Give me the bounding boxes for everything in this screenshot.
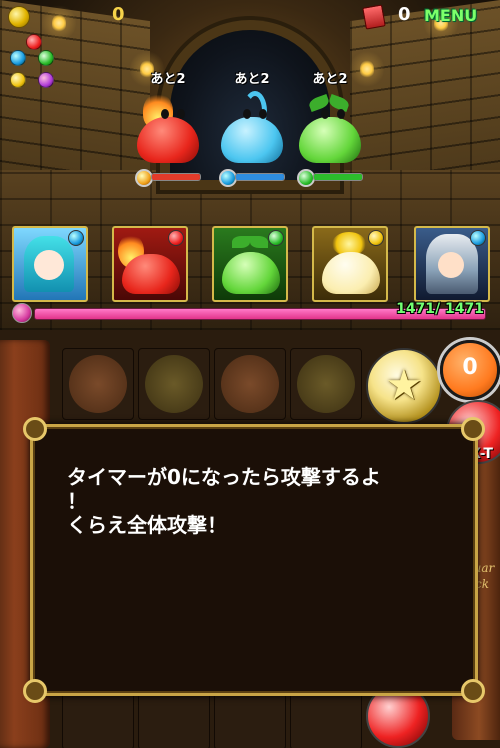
team-card-armored-knight[interactable]	[414, 226, 490, 302]
dialog-line: ！	[67, 489, 87, 513]
team-card-blue-haired-girl[interactable]	[12, 226, 88, 302]
board-tile[interactable]	[290, 348, 362, 420]
player-hp-bar: 1471/ 1471	[12, 301, 488, 323]
team-row	[12, 226, 490, 302]
game-screen: 0 0 MENU あと2 あと2 あと2 1471/ 1471 ★ 0 X-T …	[0, 0, 500, 748]
enemy-water-slime[interactable]: あと2	[212, 68, 292, 187]
fire-attribute-icon	[168, 230, 184, 246]
enemy-hp-bar	[219, 169, 285, 187]
enemy-turn-counter: あと2	[234, 72, 270, 87]
star-skill-orb[interactable]: ★	[366, 348, 442, 424]
timer-badge: 0	[440, 340, 500, 400]
team-card-wood-slime[interactable]	[212, 226, 288, 302]
water-slime-sprite	[217, 91, 287, 163]
dialog-corner-ornament	[461, 417, 485, 441]
star-icon: ★	[385, 360, 423, 409]
wood-orb-icon	[38, 50, 54, 66]
book-count: 0	[398, 4, 411, 25]
coin-icon	[8, 6, 30, 28]
timer-value: 0	[462, 355, 478, 380]
board-tile[interactable]	[214, 348, 286, 420]
dialog-line: くらえ全体攻撃！	[67, 513, 227, 537]
dialog-corner-ornament	[23, 679, 47, 703]
enemy-turn-counter: あと2	[150, 72, 186, 87]
fire-orb-icon	[26, 34, 42, 50]
menu-button[interactable]: MENU	[424, 6, 477, 25]
board-tile[interactable]	[62, 690, 134, 748]
wood-attribute-icon	[268, 230, 284, 246]
water-attribute-icon	[68, 230, 84, 246]
team-card-fire-slime[interactable]	[112, 226, 188, 302]
dialog-corner-ornament	[461, 679, 485, 703]
enemy-hp-bar	[297, 169, 363, 187]
enemy-hp-bar	[135, 169, 201, 187]
board-tile[interactable]	[290, 690, 362, 748]
board-tile[interactable]	[138, 690, 210, 748]
dark-orb-icon	[38, 72, 54, 88]
heart-icon	[12, 303, 32, 323]
dialog-message: タイマーが0になったら攻撃するよ ！ くらえ全体攻撃！	[67, 465, 447, 537]
dialog-line: タイマーが0になったら攻撃するよ	[67, 465, 381, 489]
wood-slime-sprite	[295, 93, 365, 163]
board-tile[interactable]	[138, 348, 210, 420]
team-card-light-slime[interactable]	[312, 226, 388, 302]
tutorial-dialog[interactable]: タイマーが0になったら攻撃するよ ！ くらえ全体攻撃！	[23, 417, 485, 703]
enemy-fire-slime[interactable]: あと2	[128, 68, 208, 187]
light-orb-icon	[10, 72, 26, 88]
enemy-wood-slime[interactable]: あと2	[290, 68, 370, 187]
board-tile[interactable]	[214, 690, 286, 748]
water-attribute-icon	[470, 230, 486, 246]
enemy-turn-counter: あと2	[312, 72, 348, 87]
player-hp-value: 1471/ 1471	[396, 301, 484, 317]
light-attribute-icon	[368, 230, 384, 246]
dialog-corner-ornament	[23, 417, 47, 441]
water-orb-icon	[10, 50, 26, 66]
book-icon	[362, 4, 386, 30]
coin-count: 0	[112, 4, 125, 25]
board-tile[interactable]	[62, 348, 134, 420]
fire-slime-sprite	[133, 93, 203, 163]
top-hud: 0 0 MENU	[0, 0, 500, 32]
element-wheel	[8, 30, 58, 90]
